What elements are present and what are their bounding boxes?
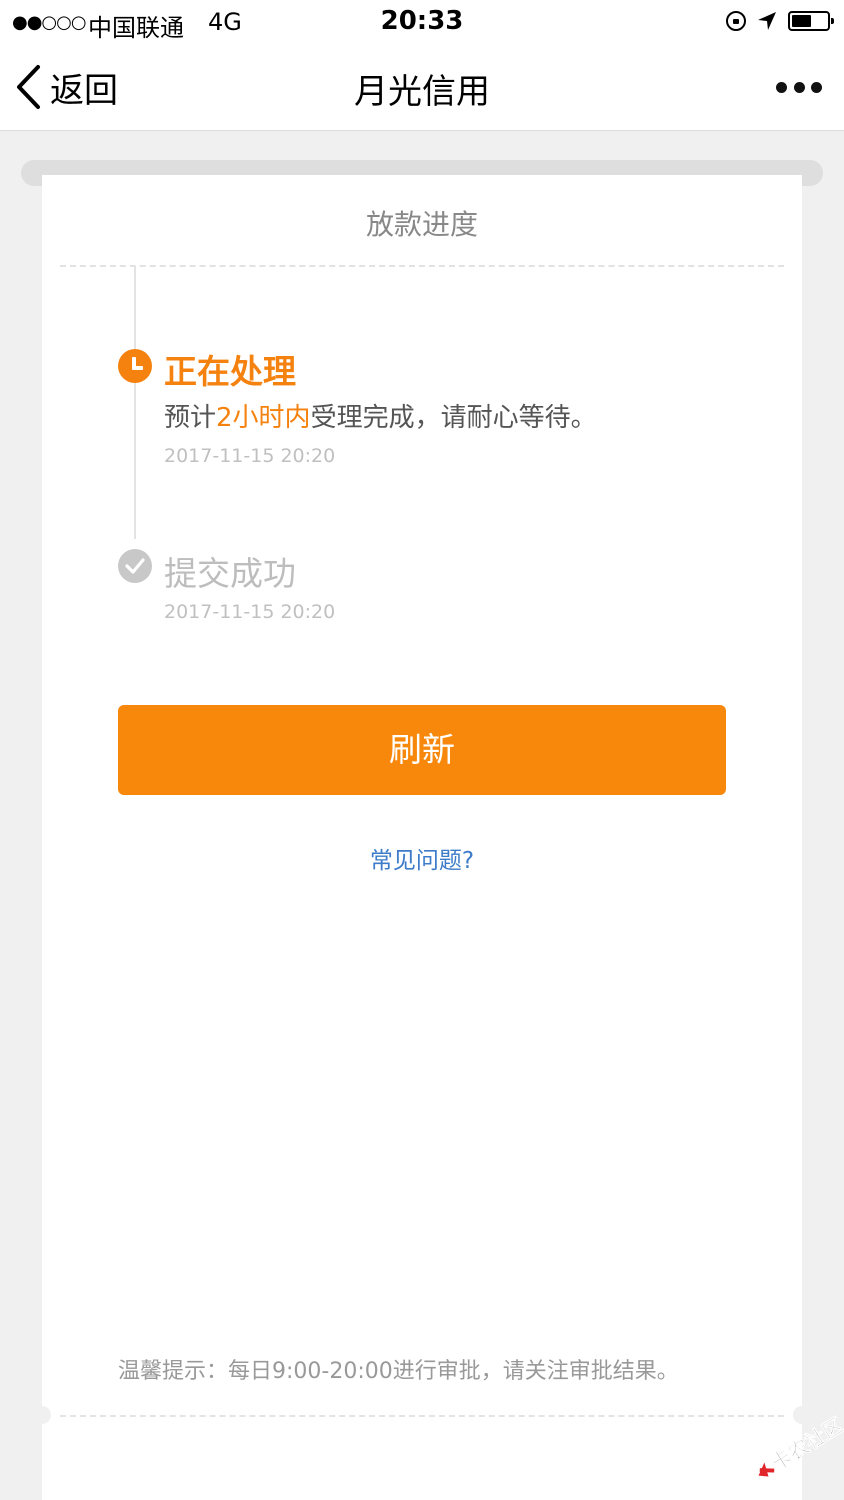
tip-text: 温馨提示：每日9:00-20:00进行审批，请关注审批结果。 bbox=[118, 1359, 679, 1384]
desc-suffix: 受理完成，请耐心等待。 bbox=[310, 403, 597, 433]
status-time: 20:33 bbox=[380, 6, 464, 36]
desc-highlight: 2小时内 bbox=[216, 403, 311, 433]
watermark-logo: 卡农社区 bbox=[758, 1412, 844, 1477]
timeline-line bbox=[134, 267, 136, 539]
card-notch-left bbox=[33, 1406, 51, 1424]
status-bar: ●●○○○ 中国联通 4G 20:33 bbox=[0, 0, 844, 44]
step-timestamp: 2017-11-15 20:20 bbox=[164, 445, 336, 467]
dashed-divider-bottom bbox=[60, 1415, 784, 1417]
dashed-divider bbox=[60, 265, 784, 267]
more-options-icon[interactable] bbox=[776, 76, 822, 98]
orientation-lock-icon bbox=[726, 11, 746, 31]
desc-prefix: 预计 bbox=[164, 403, 217, 433]
step-title-processing: 正在处理 bbox=[164, 352, 296, 391]
clock-icon bbox=[118, 349, 152, 383]
refresh-button[interactable]: 刷新 bbox=[118, 705, 726, 795]
status-right-icons bbox=[726, 9, 834, 33]
checkmark-icon bbox=[125, 558, 145, 574]
navigation-bar: 返回 月光信用 bbox=[0, 44, 844, 131]
faq-link[interactable]: 常见问题? bbox=[42, 841, 802, 875]
loan-progress-card: 放款进度 正在处理 预计2小时内受理完成，请耐心等待。 2017-11-15 2… bbox=[42, 175, 802, 1500]
battery-icon bbox=[788, 11, 834, 31]
location-arrow-icon bbox=[758, 12, 776, 30]
check-circle-icon bbox=[118, 549, 152, 583]
battery-fill bbox=[792, 15, 811, 27]
page-title: 月光信用 bbox=[354, 72, 490, 112]
card-title: 放款进度 bbox=[365, 208, 478, 241]
step-title-submitted: 提交成功 bbox=[164, 554, 296, 593]
step-timestamp: 2017-11-15 20:20 bbox=[164, 601, 336, 623]
more-dot bbox=[793, 81, 805, 93]
more-dot bbox=[811, 81, 822, 93]
watermark-text: 卡农社区 bbox=[767, 1413, 844, 1476]
more-dot bbox=[776, 81, 787, 93]
step-description: 预计2小时内受理完成，请耐心等待。 bbox=[164, 397, 597, 434]
